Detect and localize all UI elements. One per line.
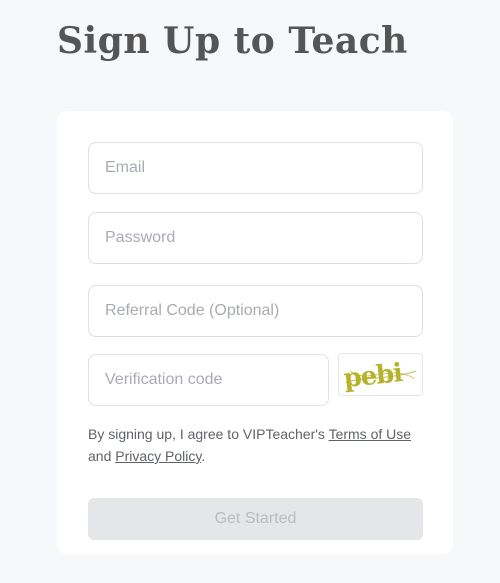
email-field[interactable] [88, 142, 423, 194]
verification-code-field[interactable] [88, 354, 329, 406]
agreement-conjunction: and [88, 448, 112, 464]
agreement-suffix: . [201, 448, 206, 464]
captcha-image[interactable]: pebi [338, 353, 423, 396]
terms-agreement: By signing up, I agree to VIPTeacher's T… [88, 423, 428, 467]
referral-code-input[interactable] [89, 286, 422, 336]
signup-card: pebi By signing up, I agree to VIPTeache… [57, 111, 453, 554]
get-started-button[interactable]: Get Started [88, 498, 423, 540]
agreement-prefix: By signing up, I agree to VIPTeacher's [88, 426, 325, 442]
password-field[interactable] [88, 212, 423, 264]
verification-code-input[interactable] [89, 355, 328, 405]
page-title: Sign Up to Teach [57, 20, 408, 62]
captcha-text: pebi [342, 358, 404, 394]
password-input[interactable] [89, 213, 422, 263]
email-input[interactable] [89, 143, 422, 193]
terms-of-use-link[interactable]: Terms of Use [329, 426, 411, 442]
privacy-policy-link[interactable]: Privacy Policy [115, 448, 201, 464]
captcha-icon: pebi [342, 358, 417, 394]
referral-code-field[interactable] [88, 285, 423, 337]
